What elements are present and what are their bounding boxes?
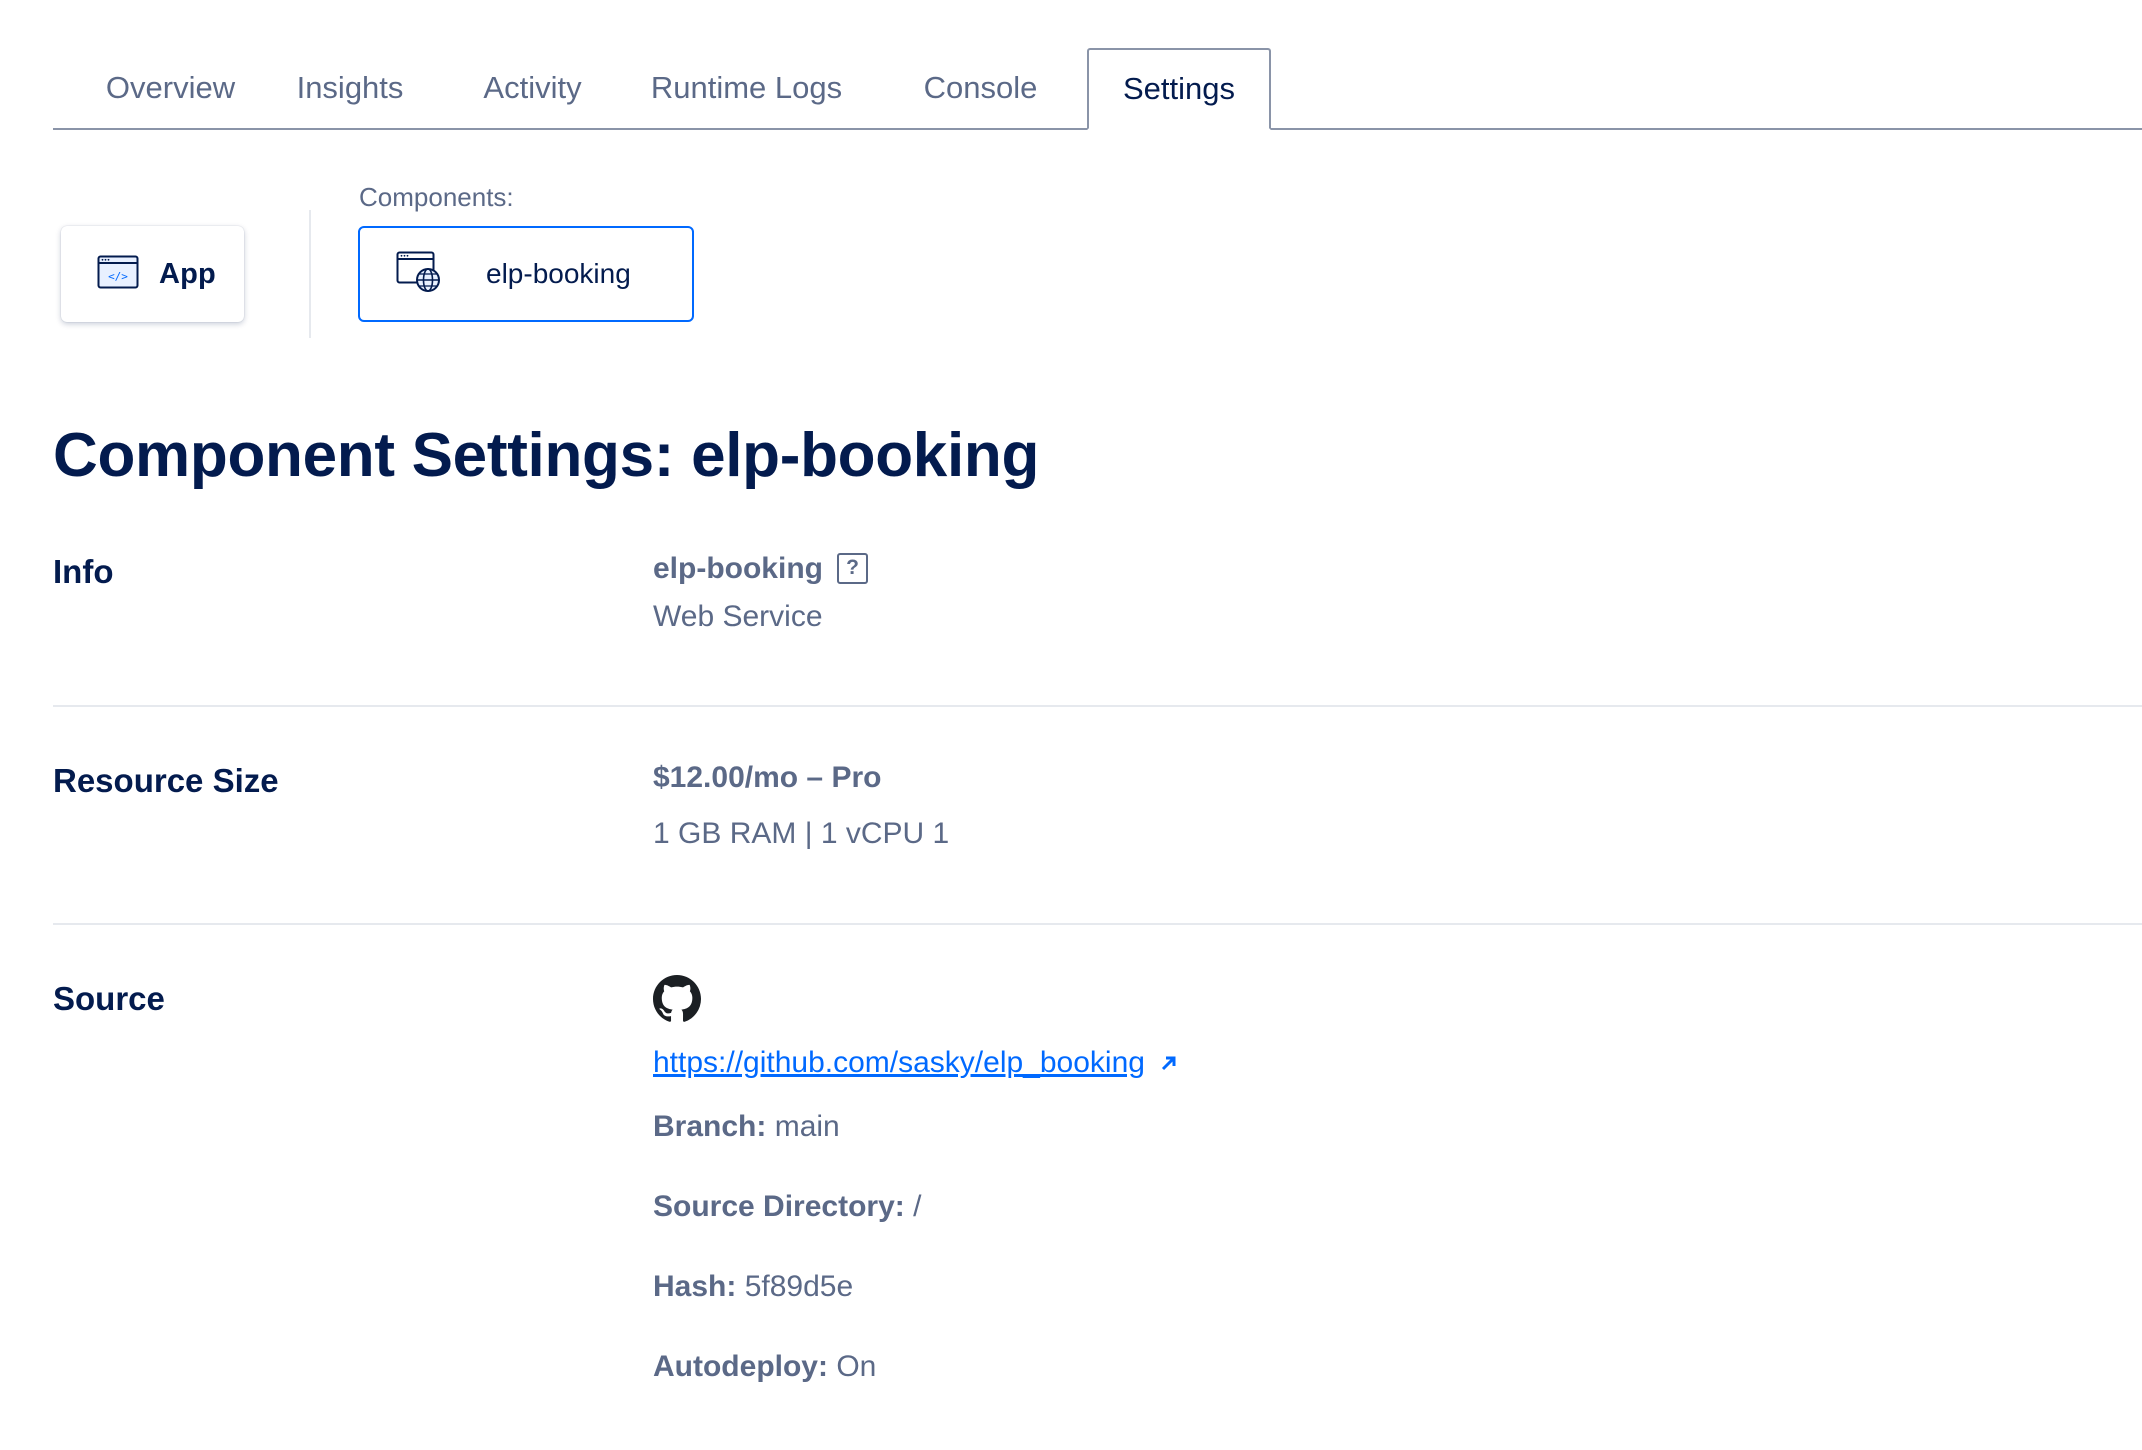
branch-value: main (774, 1110, 840, 1143)
tab-console[interactable]: Console (874, 48, 1087, 128)
tab-insights[interactable]: Insights (254, 48, 446, 128)
autodeploy-value: On (836, 1350, 877, 1383)
repo-link-row: https://github.com/sasky/elp_booking (653, 1046, 1179, 1081)
section-divider (53, 923, 2142, 925)
source-directory-value: / (913, 1190, 922, 1223)
resource-specs-value: 1 GB RAM | 1 vCPU 1 (653, 817, 950, 850)
component-selector-label: elp-booking (486, 258, 631, 289)
branch-label: Branch: (653, 1110, 767, 1143)
tab-settings[interactable]: Settings (1087, 48, 1271, 130)
resource-price-value: $12.00/mo – Pro (653, 761, 882, 794)
help-icon[interactable]: ? (836, 552, 868, 584)
autodeploy-label: Autodeploy: (653, 1350, 828, 1383)
source-section-label: Source (53, 980, 165, 1017)
component-name-text: elp-booking (653, 552, 823, 585)
external-link-icon[interactable] (1159, 1047, 1179, 1081)
hash-value: 5f89d5e (744, 1270, 854, 1303)
github-icon (653, 975, 701, 1028)
source-directory-label: Source Directory: (653, 1190, 905, 1223)
resource-size-section-label: Resource Size (53, 762, 279, 799)
component-selector-elp-booking[interactable]: elp-booking (358, 226, 694, 322)
code-window-icon: </> (97, 255, 139, 294)
hash-label: Hash: (653, 1270, 737, 1303)
source-directory-row: Source Directory: / (653, 1190, 921, 1224)
app-selector-label: App (159, 257, 216, 290)
svg-text:</>: </> (108, 270, 128, 283)
component-type-value: Web Service (653, 600, 823, 633)
component-name-value: elp-booking? (653, 552, 868, 586)
tab-activity[interactable]: Activity (446, 48, 619, 128)
info-section-label: Info (53, 553, 114, 590)
page-title: Component Settings: elp-booking (53, 421, 1040, 490)
repo-link[interactable]: https://github.com/sasky/elp_booking (653, 1046, 1145, 1079)
tab-overview[interactable]: Overview (53, 48, 254, 128)
app-selector-button[interactable]: </> App (61, 226, 244, 322)
branch-row: Branch: main (653, 1110, 840, 1144)
hash-row: Hash: 5f89d5e (653, 1270, 853, 1304)
components-label: Components: (359, 182, 514, 212)
tab-runtime-logs[interactable]: Runtime Logs (619, 48, 874, 128)
tab-bar: Overview Insights Activity Runtime Logs … (53, 48, 2142, 130)
divider (309, 210, 311, 338)
web-service-globe-icon (396, 251, 442, 298)
autodeploy-row: Autodeploy: On (653, 1350, 876, 1384)
section-divider (53, 705, 2142, 707)
